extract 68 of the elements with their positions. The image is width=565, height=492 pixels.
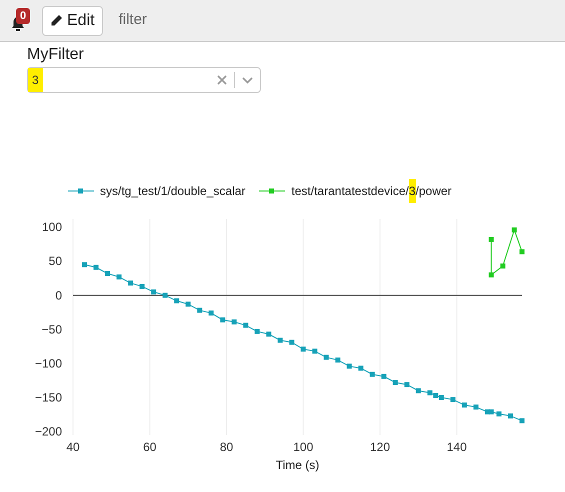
- x-tick-label: 120: [370, 440, 390, 454]
- notification-bell-button[interactable]: 0: [6, 6, 30, 36]
- y-tick-label: 50: [48, 254, 62, 268]
- data-point: [392, 380, 398, 386]
- data-point: [278, 338, 283, 343]
- filter-label: MyFilter: [27, 45, 85, 65]
- data-point: [381, 374, 386, 379]
- data-point: [140, 284, 145, 289]
- data-point: [151, 289, 156, 294]
- data-point: [105, 271, 110, 276]
- data-point: [508, 413, 513, 418]
- data-point: [370, 372, 375, 377]
- filter-select[interactable]: 3: [27, 67, 261, 93]
- data-point: [116, 274, 122, 280]
- data-point: [404, 382, 410, 388]
- y-tick-label: −50: [42, 322, 62, 336]
- data-point: [220, 317, 226, 322]
- edit-button[interactable]: Edit: [42, 6, 103, 36]
- data-point: [346, 364, 352, 369]
- data-point: [488, 236, 494, 242]
- data-point: [82, 262, 88, 268]
- data-point: [462, 402, 467, 408]
- data-point: [162, 292, 168, 298]
- y-tick-label: −100: [34, 356, 62, 370]
- data-point: [94, 264, 99, 270]
- chevron-down-icon[interactable]: [242, 76, 253, 84]
- filter-value: 3: [28, 68, 43, 92]
- x-tick-label: 100: [293, 440, 314, 454]
- data-point: [416, 388, 421, 394]
- data-point: [496, 411, 502, 416]
- data-point: [254, 328, 260, 334]
- data-point: [520, 418, 524, 424]
- data-point: [128, 280, 134, 286]
- data-point: [232, 319, 237, 324]
- x-axis-title: Time (s): [276, 458, 320, 472]
- x-tick-label: 80: [220, 440, 234, 454]
- data-point: [174, 298, 180, 304]
- data-point: [186, 302, 191, 307]
- data-point: [300, 346, 306, 352]
- data-point: [312, 348, 318, 354]
- data-point: [488, 272, 494, 278]
- y-tick-label: 0: [55, 288, 62, 302]
- data-point: [358, 366, 364, 371]
- data-point: [208, 310, 214, 316]
- x-tick-label: 140: [446, 440, 467, 454]
- clear-icon[interactable]: [217, 75, 227, 85]
- data-point: [324, 354, 329, 360]
- x-tick-label: 60: [143, 440, 156, 454]
- data-point: [289, 340, 294, 345]
- y-tick-label: −150: [34, 390, 62, 405]
- notification-count-badge: 0: [16, 8, 30, 24]
- y-tick-label: 100: [42, 220, 62, 234]
- data-point: [512, 227, 517, 232]
- pencil-icon: [50, 14, 63, 27]
- data-point: [450, 397, 456, 402]
- x-tick-label: 40: [66, 440, 80, 454]
- y-tick-label: −200: [34, 424, 62, 439]
- data-point: [473, 404, 478, 410]
- legend-line-icon: [68, 188, 94, 194]
- data-point: [335, 358, 340, 363]
- page-title: filter: [118, 10, 147, 30]
- data-point: [243, 322, 248, 328]
- data-point: [266, 332, 272, 337]
- data-point: [500, 264, 506, 269]
- data-point: [520, 249, 524, 254]
- legend-line-icon: [259, 188, 286, 194]
- data-point: [197, 308, 202, 313]
- legend-label: sys/tg_test/1/double_scalar: [100, 183, 246, 200]
